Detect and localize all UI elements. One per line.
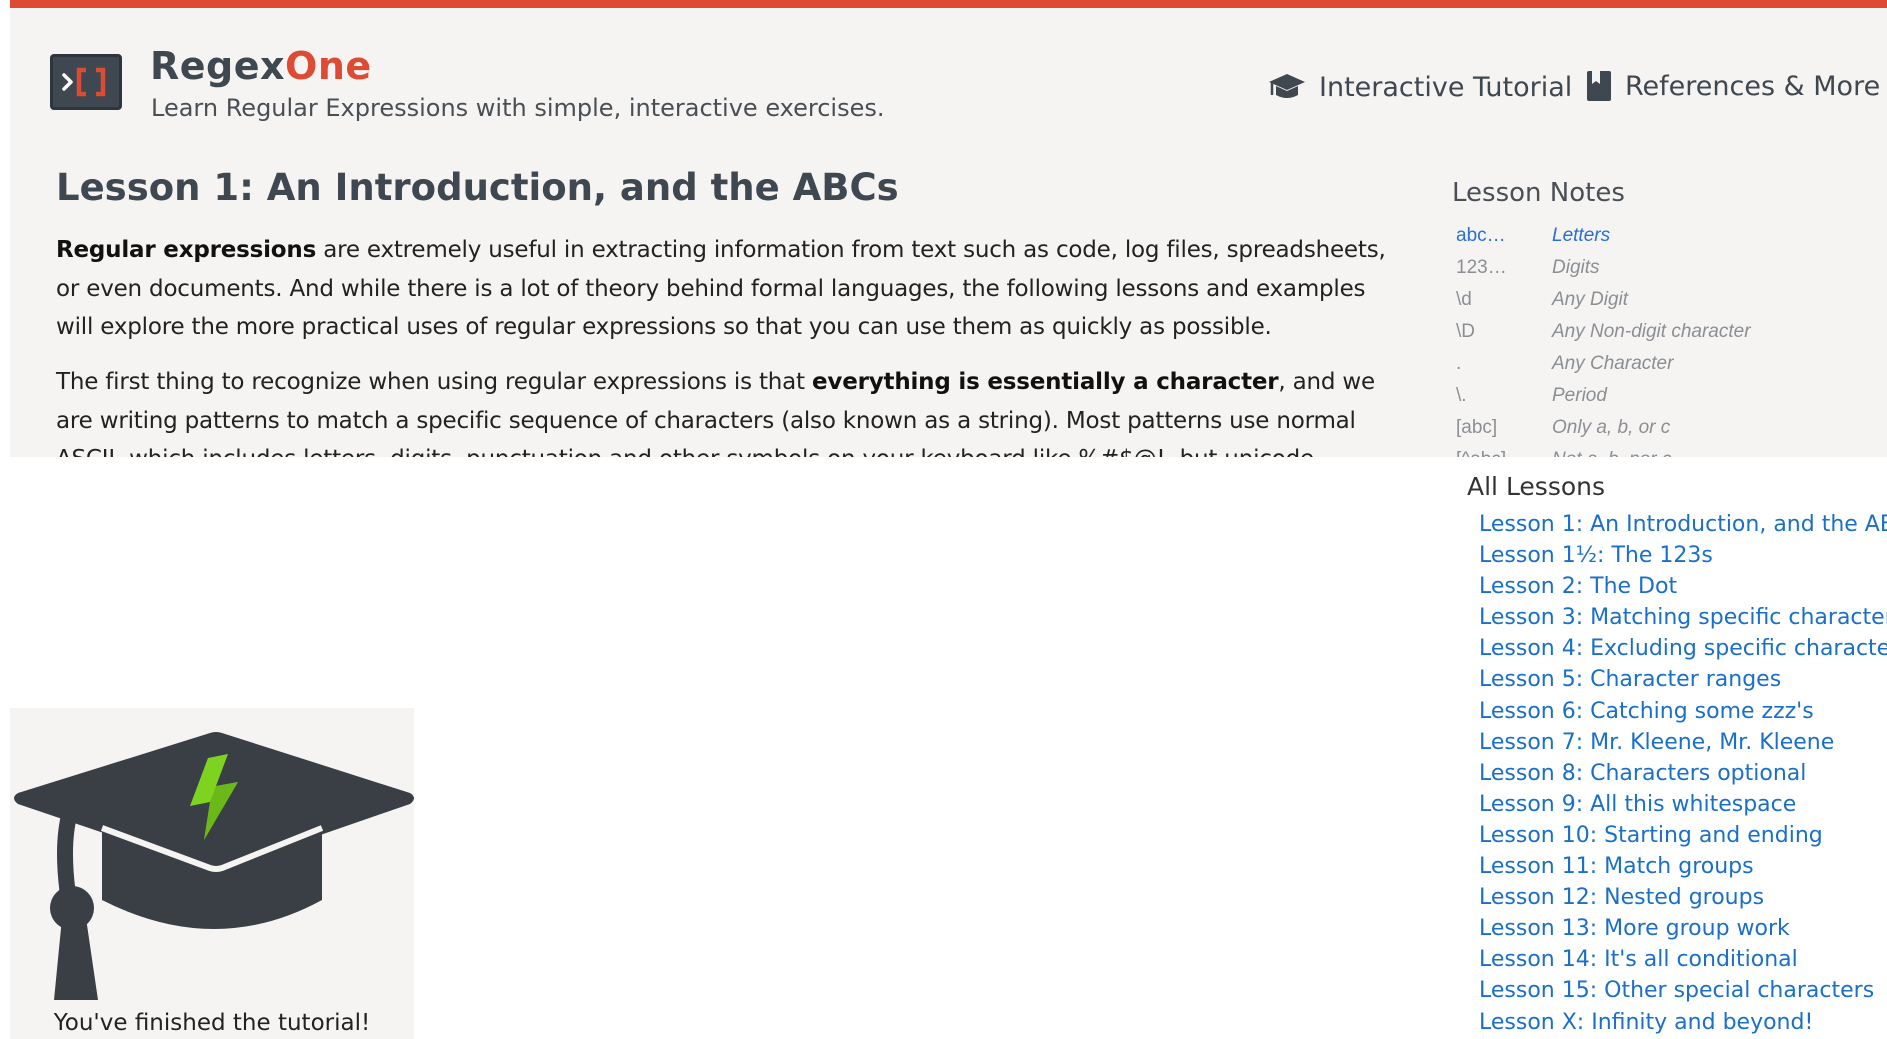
note-key: . (1456, 353, 1462, 374)
note-row: [^abc]Not a, b, nor c (1456, 444, 1876, 457)
site-tagline: Learn Regular Expressions with simple, i… (151, 94, 885, 122)
all-lessons-list: Lesson 1: An Introduction, and the ABCs … (1479, 509, 1887, 1038)
lesson-link-15[interactable]: Lesson 15: Other special characters (1479, 975, 1887, 1006)
note-value: Any Non-digit character (1552, 321, 1751, 342)
brand-name-accent: One (285, 44, 372, 88)
nav-interactive-tutorial-label: Interactive Tutorial (1319, 71, 1573, 103)
lesson-link-3[interactable]: Lesson 3: Matching specific characters (1479, 602, 1887, 633)
tutorial-finished-message: You've finished the tutorial! (53, 1010, 371, 1036)
nav-references-more-label: References & More (1625, 70, 1881, 102)
lesson-link-2[interactable]: Lesson 2: The Dot (1479, 571, 1887, 602)
note-key: [^abc] (1456, 449, 1552, 457)
note-row: \d Any Digit (1456, 284, 1876, 316)
lesson-link-5[interactable]: Lesson 5: Character ranges (1479, 664, 1887, 695)
lesson-paragraph-2: The first thing to recognize when using … (56, 363, 1386, 457)
nav-interactive-tutorial[interactable]: Interactive Tutorial (1267, 70, 1572, 104)
lesson-link-4[interactable]: Lesson 4: Excluding specific characters (1479, 633, 1887, 664)
note-key: \. (1456, 385, 1467, 406)
lesson-link-14[interactable]: Lesson 14: It's all conditional (1479, 944, 1887, 975)
para2-start: The first thing to recognize when using … (56, 369, 812, 395)
regexone-logo-icon[interactable] (50, 54, 122, 110)
note-value: Period (1552, 385, 1607, 406)
lesson-link-1[interactable]: Lesson 1: An Introduction, and the ABCs (1479, 509, 1887, 540)
lesson-page-panel: RegexOne Learn Regular Expressions with … (10, 0, 1887, 457)
lesson-link-7[interactable]: Lesson 7: Mr. Kleene, Mr. Kleene (1479, 727, 1887, 758)
note-key: [abc] (1456, 417, 1498, 438)
note-row: [abc] Only a, b, or c (1456, 412, 1876, 444)
tutorial-finished-card: You've finished the tutorial! (10, 708, 414, 1039)
note-value: Letters (1552, 225, 1611, 246)
lesson-link-8[interactable]: Lesson 8: Characters optional (1479, 758, 1887, 789)
lesson-link-9[interactable]: Lesson 9: All this whitespace (1479, 789, 1887, 820)
graduation-cap-icon (1269, 74, 1305, 98)
brand-name-primary: Regex (150, 44, 286, 88)
note-row: abc… Letters (1456, 220, 1876, 252)
brand-name[interactable]: RegexOne (150, 44, 372, 88)
lesson-link-13[interactable]: Lesson 13: More group work (1479, 913, 1887, 944)
graduation-cap-lightning-icon (14, 732, 414, 1000)
lesson-paragraph-1: Regular expressions are extremely useful… (56, 231, 1386, 347)
note-row: . Any Character (1456, 348, 1876, 380)
para2-bold: everything is essentially a character (812, 369, 1279, 395)
note-value: Any Digit (1552, 289, 1629, 310)
book-icon (1587, 71, 1611, 101)
lesson-link-11[interactable]: Lesson 11: Match groups (1479, 851, 1887, 882)
lesson-link-6[interactable]: Lesson 6: Catching some zzz's (1479, 696, 1887, 727)
nav-references-more[interactable]: References & More (1585, 70, 1880, 102)
lesson-notes-list: abc… Letters 123… Digits \d Any Digit \D Any… (1456, 220, 1876, 457)
note-row: 123… Digits (1456, 252, 1876, 284)
lesson-link-12[interactable]: Lesson 12: Nested groups (1479, 882, 1887, 913)
note-value: Any Character (1552, 353, 1674, 374)
note-row: \D Any Non-digit character (1456, 316, 1876, 348)
note-key: \d (1456, 289, 1472, 310)
lesson-title: Lesson 1: An Introduction, and the ABCs (56, 166, 899, 209)
lesson-link-10[interactable]: Lesson 10: Starting and ending (1479, 820, 1887, 851)
note-value: Only a, b, or c (1552, 417, 1671, 438)
note-key: 123… (1456, 257, 1507, 278)
all-lessons-title: All Lessons (1467, 472, 1606, 501)
note-key: abc… (1456, 225, 1506, 246)
note-value: Not a, b, nor c (1552, 449, 1671, 457)
note-row: \. Period (1456, 380, 1876, 412)
lesson-link-1-5[interactable]: Lesson 1½: The 123s (1479, 540, 1887, 571)
note-value: Digits (1552, 257, 1600, 278)
lesson-notes-title: Lesson Notes (1452, 178, 1625, 208)
para1-bold: Regular expressions (56, 237, 317, 263)
lesson-link-x[interactable]: Lesson X: Infinity and beyond! (1479, 1007, 1887, 1038)
note-key: \D (1456, 321, 1475, 342)
